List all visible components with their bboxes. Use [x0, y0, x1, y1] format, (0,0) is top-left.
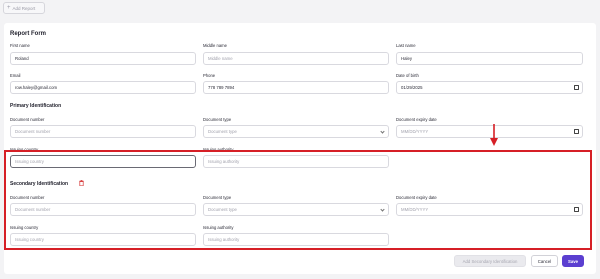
secondary-doc-number-label: Document number: [10, 195, 45, 200]
cancel-button[interactable]: Cancel: [531, 255, 558, 267]
primary-doc-type-placeholder: Document type: [208, 129, 237, 134]
add-secondary-identification-button[interactable]: Add Secondary Identification: [454, 255, 526, 267]
last-name-input[interactable]: Haley: [396, 52, 583, 65]
calendar-icon[interactable]: [574, 129, 579, 134]
secondary-doc-type-placeholder: Document type: [208, 207, 237, 212]
arrow-down-icon: [490, 124, 498, 146]
form-title: Report Form: [10, 31, 46, 37]
secondary-issuing-country-label: Issuing country: [10, 225, 39, 230]
first-name-label: First name: [10, 43, 30, 48]
secondary-doc-expiry-input[interactable]: MM/DD/YYYY: [396, 203, 583, 216]
secondary-identification-title: Secondary Identification: [10, 181, 69, 187]
primary-doc-expiry-placeholder: MM/DD/YYYY: [401, 129, 429, 134]
primary-doc-expiry-label: Document expiry date: [396, 117, 437, 122]
last-name-label: Last name: [396, 43, 416, 48]
add-report-label: Add Report: [12, 5, 36, 11]
primary-doc-type-label: Document type: [203, 117, 232, 122]
phone-input[interactable]: 778 789 7894: [203, 81, 389, 94]
phone-label: Phone: [203, 73, 216, 78]
primary-doc-type-select[interactable]: Document type: [203, 125, 389, 138]
save-button[interactable]: Save: [562, 255, 584, 267]
dob-value: 01/29/2025: [401, 85, 423, 90]
secondary-issuing-authority-label: Issuing authority: [203, 225, 234, 230]
middle-name-input[interactable]: Middle name: [203, 52, 389, 65]
top-toolbar: + Add Report: [0, 0, 600, 17]
primary-identification-title: Primary Identification: [10, 103, 62, 109]
secondary-issuing-authority-input[interactable]: Issuing authority: [203, 233, 389, 246]
secondary-doc-type-label: Document type: [203, 195, 232, 200]
calendar-icon[interactable]: [574, 85, 579, 90]
calendar-icon[interactable]: [574, 207, 579, 212]
secondary-doc-number-input[interactable]: Document number: [10, 203, 196, 216]
middle-name-label: Middle name: [203, 43, 227, 48]
primary-doc-number-input[interactable]: Document number: [10, 125, 196, 138]
secondary-doc-expiry-placeholder: MM/DD/YYYY: [401, 207, 429, 212]
secondary-issuing-country-input[interactable]: Issuing country: [10, 233, 196, 246]
chevron-down-icon: [380, 207, 385, 212]
email-input[interactable]: row.haley@gmail.com: [10, 81, 196, 94]
dob-input[interactable]: 01/29/2025: [396, 81, 583, 94]
add-report-button[interactable]: + Add Report: [3, 2, 45, 14]
secondary-doc-type-select[interactable]: Document type: [203, 203, 389, 216]
secondary-doc-expiry-label: Document expiry date: [396, 195, 437, 200]
trash-icon[interactable]: [79, 180, 84, 186]
email-label: Email: [10, 73, 21, 78]
primary-doc-number-label: Document number: [10, 117, 45, 122]
chevron-down-icon: [380, 129, 385, 134]
plus-icon: +: [7, 5, 11, 11]
dob-label: Date of birth: [396, 73, 419, 78]
first-name-input[interactable]: Roland: [10, 52, 196, 65]
